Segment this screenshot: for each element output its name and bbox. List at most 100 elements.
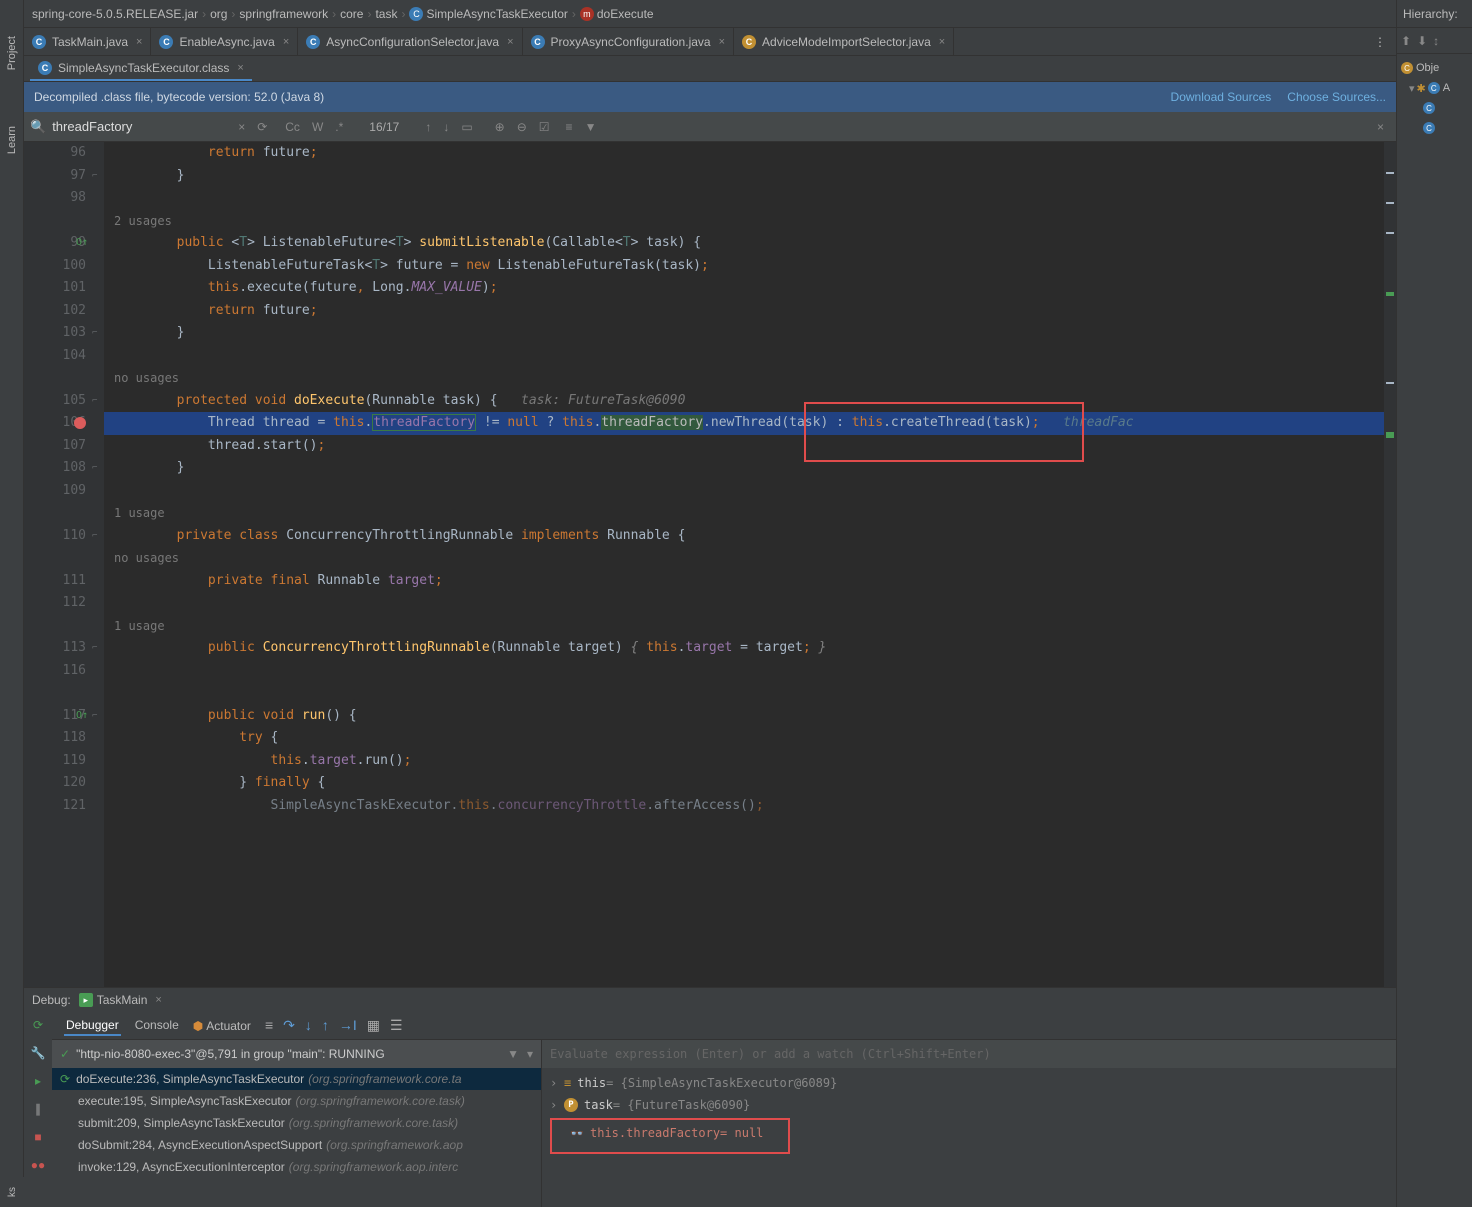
tree-row[interactable]: C: [1401, 118, 1468, 138]
tab-simpleasync[interactable]: C SimpleAsyncTaskExecutor.class ×: [30, 56, 252, 81]
actuator-tab[interactable]: ⬢ Actuator: [193, 1019, 251, 1033]
select-all-icon[interactable]: ▭: [461, 120, 472, 134]
subtypes-icon[interactable]: ⬇: [1417, 34, 1427, 48]
fold-icon[interactable]: ⌐: [92, 637, 97, 660]
remove-selection-icon[interactable]: ⊖: [517, 120, 527, 134]
tab-taskmain[interactable]: C TaskMain.java ×: [24, 28, 151, 55]
evaluate-input[interactable]: Evaluate expression (Enter) or add a wat…: [542, 1040, 1396, 1068]
download-sources-link[interactable]: Download Sources: [1171, 90, 1272, 104]
frame-row[interactable]: execute:195, SimpleAsyncTaskExecutor (or…: [52, 1090, 541, 1112]
prev-match-icon[interactable]: ↑: [425, 120, 431, 134]
override-icon[interactable]: O↑: [76, 705, 88, 728]
pause-icon[interactable]: ∥: [29, 1100, 47, 1118]
tab-asyncconfigselector[interactable]: C AsyncConfigurationSelector.java ×: [298, 28, 522, 55]
sidebar-project-label[interactable]: Project: [6, 36, 18, 70]
close-icon[interactable]: ×: [719, 36, 725, 48]
supertypes-icon[interactable]: ↕: [1433, 34, 1439, 48]
clear-search-icon[interactable]: ×: [238, 120, 245, 134]
history-icon[interactable]: ⟳: [257, 120, 267, 134]
choose-sources-link[interactable]: Choose Sources...: [1287, 90, 1386, 104]
close-icon[interactable]: ×: [237, 62, 243, 74]
search-input[interactable]: [52, 119, 232, 134]
fold-icon[interactable]: ⌐: [92, 322, 97, 345]
usages-hint[interactable]: no usages: [104, 367, 1384, 390]
dropdown-icon[interactable]: ▾: [527, 1047, 533, 1061]
tab-enableasync[interactable]: C EnableAsync.java ×: [151, 28, 298, 55]
more-icon[interactable]: ☰: [390, 1017, 403, 1034]
code-body[interactable]: return future; } 2 usages public <T> Lis…: [104, 142, 1384, 987]
close-icon[interactable]: ×: [155, 994, 161, 1006]
overview-ruler[interactable]: [1384, 142, 1396, 987]
step-over-icon[interactable]: ↷: [283, 1017, 295, 1034]
sidebar-learn-label[interactable]: Learn: [6, 126, 18, 154]
usages-hint[interactable]: 1 usage: [104, 502, 1384, 525]
tab-proxyasyncconfig[interactable]: C ProxyAsyncConfiguration.java ×: [523, 28, 735, 55]
evaluate-icon[interactable]: ▦: [367, 1017, 380, 1034]
close-icon[interactable]: ×: [136, 36, 142, 48]
match-case-toggle[interactable]: Cc: [285, 120, 300, 134]
expand-icon[interactable]: ▾: [1409, 82, 1415, 95]
code-editor[interactable]: 96 ⌐97 98 O↑99 100 101 102 ⌐103 104 ⌐105…: [24, 142, 1396, 987]
frame-row[interactable]: submit:209, SimpleAsyncTaskExecutor (org…: [52, 1112, 541, 1134]
tabs-more-icon[interactable]: ⋮: [1364, 35, 1396, 49]
variable-row[interactable]: › ≡ this = {SimpleAsyncTaskExecutor@6089…: [550, 1072, 1388, 1094]
search-icon[interactable]: 🔍: [30, 119, 46, 135]
find-bar: 🔍 × ⟳ Cc W .* 16/17 ↑ ↓ ▭ ⊕ ⊖ ☑ ≡ ▼ ×: [24, 112, 1396, 142]
thread-selector[interactable]: ✓ "http-nio-8080-exec-3"@5,791 in group …: [52, 1040, 541, 1068]
breadcrumb-part[interactable]: springframework: [239, 7, 328, 21]
settings-icon[interactable]: 🔧: [29, 1044, 47, 1062]
breadcrumb-part[interactable]: org: [210, 7, 227, 21]
breadcrumb-method[interactable]: doExecute: [597, 7, 654, 21]
rerun-icon[interactable]: ⟳: [29, 1016, 47, 1034]
step-out-icon[interactable]: ↑: [322, 1017, 329, 1034]
close-icon[interactable]: ×: [939, 36, 945, 48]
tree-row[interactable]: ▾ ✱ C A: [1401, 78, 1468, 98]
close-icon[interactable]: ×: [507, 36, 513, 48]
debugger-tab[interactable]: Debugger: [64, 1016, 121, 1036]
breadcrumb-part[interactable]: core: [340, 7, 363, 21]
fold-icon[interactable]: ⌐: [92, 705, 97, 728]
select-occurrences-icon[interactable]: ☑: [539, 120, 550, 134]
debug-run-tab[interactable]: ▸ TaskMain ×: [79, 993, 162, 1007]
breadcrumb-class[interactable]: SimpleAsyncTaskExecutor: [426, 7, 567, 21]
filter-icon[interactable]: ▼: [507, 1047, 519, 1061]
regex-toggle[interactable]: .*: [335, 120, 343, 134]
close-search-icon[interactable]: ×: [1377, 120, 1390, 134]
breakpoint-icon[interactable]: [74, 417, 86, 429]
breakpoints-icon[interactable]: ●●: [29, 1156, 47, 1174]
usages-hint[interactable]: 2 usages: [104, 210, 1384, 233]
expand-icon[interactable]: ›: [550, 1098, 560, 1112]
breadcrumb-jar[interactable]: spring-core-5.0.5.RELEASE.jar: [32, 7, 198, 21]
toggle-icon[interactable]: ≡: [566, 120, 573, 134]
resume-icon[interactable]: ▸: [29, 1072, 47, 1090]
class-hierarchy-icon[interactable]: ⬆: [1401, 34, 1411, 48]
fold-icon[interactable]: ⌐: [92, 390, 97, 413]
watch-row[interactable]: 👓 this.threadFactory = null: [556, 1122, 784, 1144]
words-toggle[interactable]: W: [312, 120, 323, 134]
stop-icon[interactable]: ■: [29, 1128, 47, 1146]
add-selection-icon[interactable]: ⊕: [495, 120, 505, 134]
bottom-sidebar-label[interactable]: ks: [7, 1187, 18, 1197]
frame-row[interactable]: invoke:129, AsyncExecutionInterceptor (o…: [52, 1156, 541, 1178]
tree-row[interactable]: C: [1401, 98, 1468, 118]
fold-icon[interactable]: ⌐: [92, 525, 97, 548]
console-tab[interactable]: Console: [133, 1016, 181, 1036]
usages-hint[interactable]: 1 usage: [104, 615, 1384, 638]
frame-row[interactable]: ⟳ doExecute:236, SimpleAsyncTaskExecutor…: [52, 1068, 541, 1090]
usages-hint[interactable]: no usages: [104, 547, 1384, 570]
step-into-icon[interactable]: ↓: [305, 1017, 312, 1034]
breadcrumb-part[interactable]: task: [375, 7, 397, 21]
expand-icon[interactable]: ›: [550, 1076, 560, 1090]
fold-icon[interactable]: ⌐: [92, 457, 97, 480]
close-icon[interactable]: ×: [283, 36, 289, 48]
override-icon[interactable]: O↑: [76, 232, 88, 255]
tab-advicemode[interactable]: C AdviceModeImportSelector.java ×: [734, 28, 954, 55]
tree-row[interactable]: C Obje: [1401, 58, 1468, 78]
next-match-icon[interactable]: ↓: [443, 120, 449, 134]
frame-row[interactable]: doSubmit:284, AsyncExecutionAspectSuppor…: [52, 1134, 541, 1156]
threads-icon[interactable]: ≡: [265, 1017, 273, 1034]
variable-row[interactable]: › P task = {FutureTask@6090}: [550, 1094, 1388, 1116]
filter-icon[interactable]: ▼: [585, 120, 597, 134]
fold-icon[interactable]: ⌐: [92, 165, 97, 188]
run-to-cursor-icon[interactable]: →I: [339, 1017, 357, 1034]
